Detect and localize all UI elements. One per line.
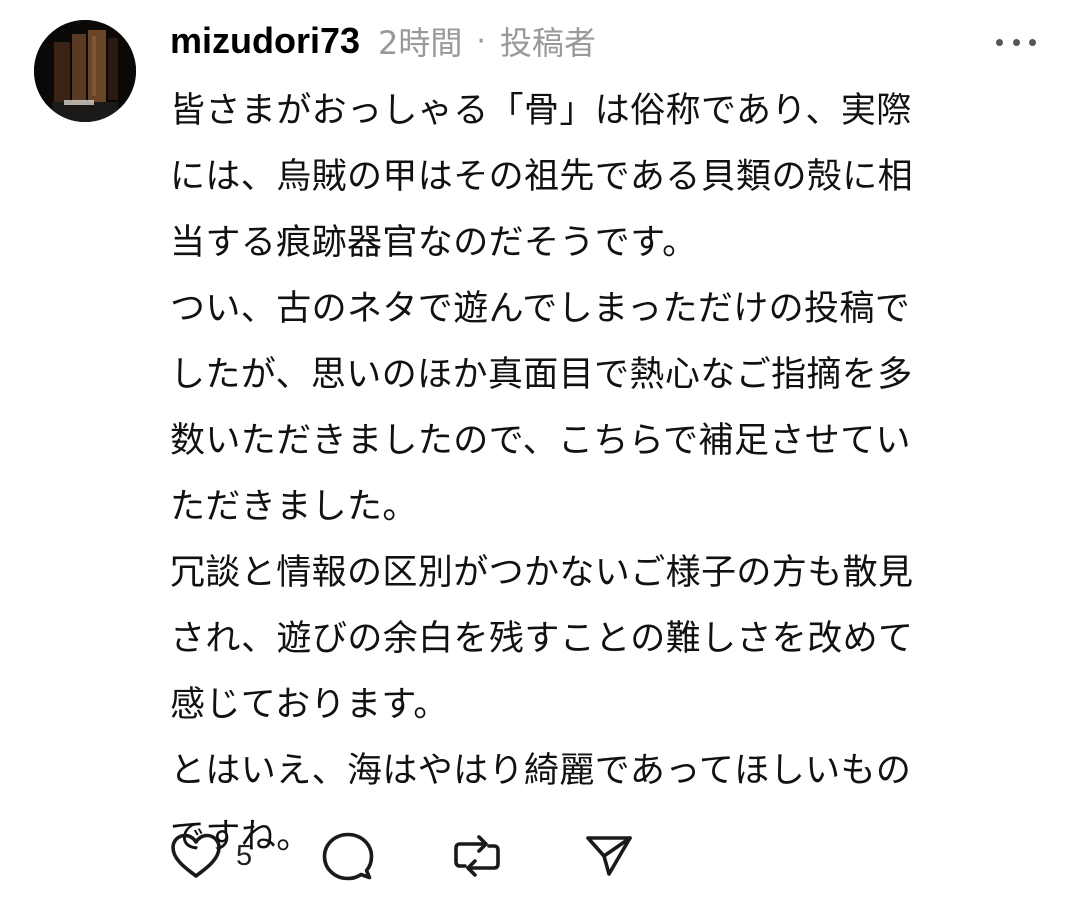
username[interactable]: mizudori73 xyxy=(170,20,360,62)
comment-icon xyxy=(322,832,374,881)
post-line: 当する痕跡器官なのだそうです。 xyxy=(170,223,698,263)
post-line: 皆さまがおっしゃる「骨」は俗称であり、実際 xyxy=(170,91,912,131)
heart-icon xyxy=(171,833,221,878)
post-line: したが、思いのほか真面目で熱心なご指摘を多 xyxy=(170,355,913,395)
like-count: 5 xyxy=(236,839,253,872)
more-horizontal-icon[interactable] xyxy=(996,30,1036,54)
post-line: つい、古のネタで遊んでしまっただけの投稿で xyxy=(170,289,911,329)
share-button[interactable] xyxy=(584,832,634,880)
action-bar: 5 xyxy=(170,826,634,886)
avatar-photo xyxy=(34,20,136,122)
repost-button[interactable] xyxy=(452,831,502,881)
author-tag: 投稿者 xyxy=(499,24,596,62)
repost-icon xyxy=(454,835,500,877)
meta-separator: · xyxy=(476,23,486,59)
post-line: 感じております。 xyxy=(170,685,449,725)
post-line: とはいえ、海はやはり綺麗であってほしいもの xyxy=(170,751,912,791)
post-text: 皆さまがおっしゃる「骨」は俗称であり、実際 には、烏賊の甲はその祖先である貝類の… xyxy=(170,78,1040,870)
more-dot xyxy=(1029,38,1036,46)
post-line: には、烏賊の甲はその祖先である貝類の殻に相 xyxy=(170,157,914,197)
post-line: 冗談と情報の区別がつかないご様子の方も散見 xyxy=(170,553,914,593)
post-header: mizudori73 2時間 · 投稿者 xyxy=(170,16,596,66)
more-dot xyxy=(996,38,1003,46)
like-button[interactable]: 5 xyxy=(170,832,252,880)
post-line: ただきました。 xyxy=(170,487,418,527)
avatar[interactable] xyxy=(34,20,136,122)
send-icon xyxy=(586,836,632,876)
reply-button[interactable] xyxy=(322,831,374,881)
post-line: 数いただきましたので、こちらで補足させてい xyxy=(170,421,911,461)
post-time: 2時間 xyxy=(378,24,463,62)
post-line: され、遊びの余白を残すことの難しさを改めて xyxy=(170,619,914,659)
more-dot xyxy=(1012,38,1020,46)
